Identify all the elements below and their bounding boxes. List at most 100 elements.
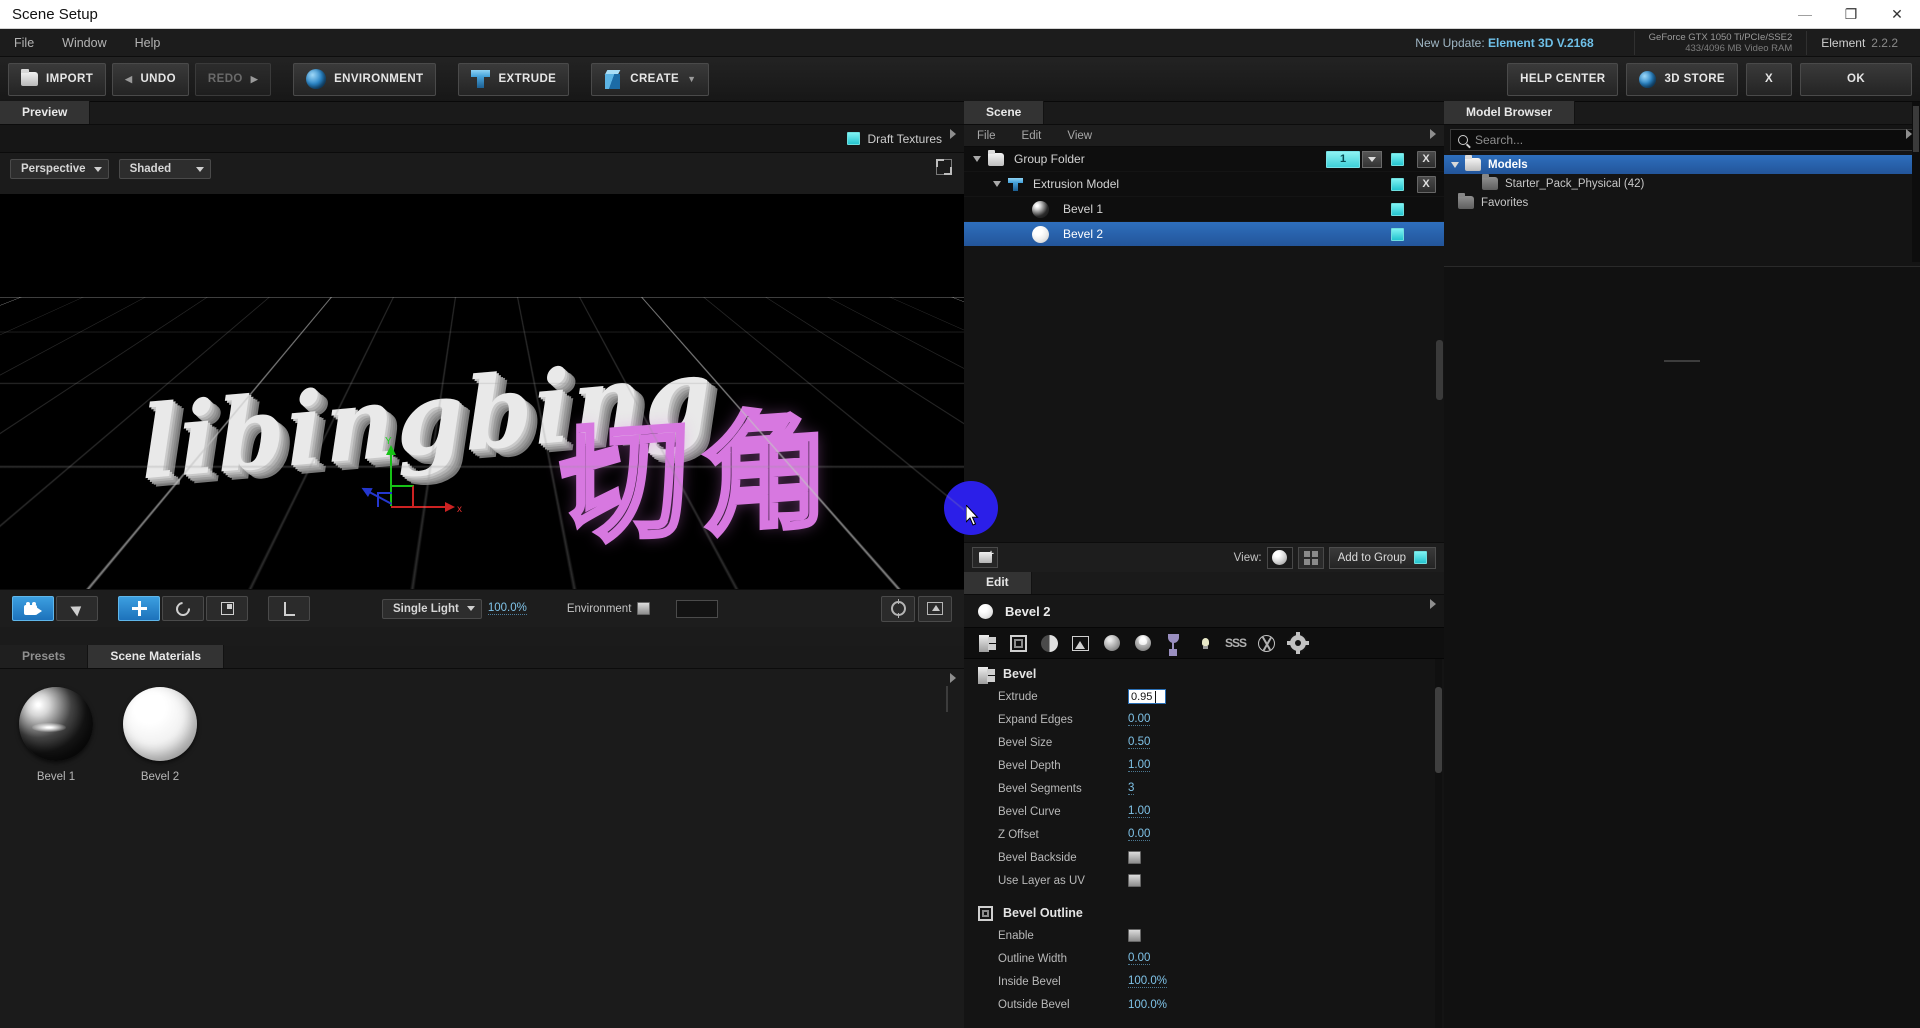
shading-mode-dropdown[interactable]: Shaded xyxy=(118,159,211,179)
environment-checkbox[interactable] xyxy=(637,602,651,615)
model-browser-item-favorites[interactable]: Favorites xyxy=(1444,193,1920,212)
environment-color-swatch[interactable] xyxy=(676,599,719,618)
add-folder-button[interactable]: + xyxy=(972,547,998,568)
search-input[interactable] xyxy=(1475,133,1906,147)
material-item-bevel-2[interactable]: Bevel 2 xyxy=(118,687,202,783)
add-to-group-checkbox[interactable] xyxy=(1414,551,1427,564)
restore-icon[interactable]: ❐ xyxy=(1828,0,1874,29)
property-row-inside-bevel[interactable]: Inside Bevel 100.0% xyxy=(964,970,1444,993)
draft-textures-row[interactable]: Draft Textures xyxy=(846,132,942,146)
scene-tree-row-bevel-2[interactable]: Bevel 2 xyxy=(964,222,1444,247)
property-row-outside-bevel[interactable]: Outside Bevel 100.0% xyxy=(964,993,1444,1016)
camera-tool-button[interactable] xyxy=(12,596,54,621)
property-value[interactable]: 100.0% xyxy=(1128,975,1168,988)
transform-gizmo[interactable]: Y x xyxy=(368,436,462,539)
3d-store-button[interactable]: 3D STORE xyxy=(1626,62,1738,96)
scene-menu-edit[interactable]: Edit xyxy=(1009,125,1055,147)
help-center-button[interactable]: HELP CENTER xyxy=(1507,62,1619,96)
section-header-bevel-outline[interactable]: Bevel Outline xyxy=(964,898,1444,924)
model-browser-thumbnail-area[interactable] xyxy=(1444,266,1920,1028)
visibility-checkbox[interactable] xyxy=(1390,227,1404,241)
remove-button[interactable]: X xyxy=(1416,150,1436,168)
draft-textures-checkbox[interactable] xyxy=(846,132,860,145)
scene-scrollbar[interactable] xyxy=(1436,340,1443,400)
edit-panel-menu-icon[interactable] xyxy=(1430,599,1436,609)
view-mode-grid-button[interactable] xyxy=(1297,546,1324,569)
import-button[interactable]: IMPORT xyxy=(8,62,107,96)
tab-model-browser[interactable]: Model Browser xyxy=(1444,101,1576,124)
axis-tool-button[interactable] xyxy=(268,596,310,621)
remove-button[interactable]: X xyxy=(1416,175,1436,193)
scene-panel-menu-icon[interactable] xyxy=(1430,129,1436,139)
close-icon[interactable]: ✕ xyxy=(1874,0,1920,29)
model-browser-item-starter-pack[interactable]: Starter_Pack_Physical (42) xyxy=(1444,174,1920,193)
property-row-outline-width[interactable]: Outline Width 0.00 xyxy=(964,947,1444,970)
scene-menu-file[interactable]: File xyxy=(964,125,1009,147)
property-value[interactable]: 1.00 xyxy=(1128,759,1151,772)
gizmo-x-axis[interactable] xyxy=(391,502,455,512)
property-row-expand-edges[interactable]: Expand Edges 0.00 xyxy=(964,708,1444,731)
property-row-bevel-segments[interactable]: Bevel Segments 3 xyxy=(964,777,1444,800)
view-mode-dropdown[interactable]: Perspective xyxy=(10,159,109,179)
glass-refraction-icon[interactable] xyxy=(1158,630,1189,656)
property-row-extrude[interactable]: Extrude 0.95 xyxy=(964,685,1444,708)
expand-triangle-icon[interactable] xyxy=(1451,161,1459,168)
property-row-bevel-backside[interactable]: Bevel Backside xyxy=(964,846,1444,869)
tab-presets[interactable]: Presets xyxy=(0,645,89,668)
preview-panel-menu-icon[interactable] xyxy=(950,129,956,139)
environment-button[interactable]: ENVIRONMENT xyxy=(293,62,437,96)
materials-panel-menu-icon[interactable] xyxy=(950,673,956,683)
property-row-bevel-size[interactable]: Bevel Size 0.50 xyxy=(964,731,1444,754)
property-value[interactable]: 100.0% xyxy=(1128,999,1167,1011)
redo-button[interactable]: REDO ▶ xyxy=(194,62,272,96)
update-notice[interactable]: New Update: Element 3D V.2168 xyxy=(1415,36,1593,50)
material-item-bevel-1[interactable]: Bevel 1 xyxy=(14,687,98,783)
group-count-field[interactable]: 1 xyxy=(1326,150,1360,168)
sss-icon[interactable]: SSS xyxy=(1220,630,1251,656)
center-view-button[interactable] xyxy=(881,595,915,622)
scene-tree-row-extrusion-model[interactable]: Extrusion Model X xyxy=(964,172,1444,197)
undo-button[interactable]: ◀ UNDO xyxy=(112,62,189,96)
scrollbar-thumb[interactable] xyxy=(1435,687,1442,773)
bevel-outline-icon[interactable] xyxy=(1003,630,1034,656)
select-tool-button[interactable] xyxy=(56,596,98,621)
bevel-backside-checkbox[interactable] xyxy=(1128,851,1141,864)
panel-splitter-vertical[interactable] xyxy=(944,646,950,1028)
create-button[interactable]: CREATE ▼ xyxy=(591,62,710,96)
group-count-dropdown[interactable] xyxy=(1362,150,1382,168)
minimize-icon[interactable]: — xyxy=(1782,0,1828,29)
property-value[interactable]: 3 xyxy=(1128,782,1135,795)
3d-viewport[interactable]: libingbing 切角 Y x xyxy=(0,194,964,589)
move-tool-button[interactable] xyxy=(118,596,160,621)
scene-tree-row-bevel-1[interactable]: Bevel 1 xyxy=(964,197,1444,222)
scrollbar-thumb[interactable] xyxy=(1913,106,1919,152)
property-value[interactable]: 0.00 xyxy=(1128,952,1151,965)
shading-icon[interactable] xyxy=(1034,630,1065,656)
view-mode-sphere-button[interactable] xyxy=(1266,546,1293,569)
extrude-button[interactable]: EXTRUDE xyxy=(458,62,570,96)
model-browser-splitter[interactable] xyxy=(1664,360,1700,362)
light-intensity-value[interactable]: 100.0% xyxy=(487,602,527,615)
expand-triangle-icon[interactable] xyxy=(993,181,1001,187)
property-value[interactable]: 0.50 xyxy=(1128,736,1151,749)
section-header-bevel[interactable]: Bevel xyxy=(964,659,1444,685)
outline-enable-checkbox[interactable] xyxy=(1128,929,1141,942)
property-row-z-offset[interactable]: Z Offset 0.00 xyxy=(964,823,1444,846)
scene-tree-row-group-folder[interactable]: Group Folder 1 X xyxy=(964,147,1444,172)
fullscreen-icon[interactable] xyxy=(936,159,952,175)
visibility-checkbox[interactable] xyxy=(1390,177,1404,191)
material-icon[interactable] xyxy=(1096,630,1127,656)
menu-file[interactable]: File xyxy=(0,29,48,57)
menu-window[interactable]: Window xyxy=(48,29,120,57)
tab-scene-materials[interactable]: Scene Materials xyxy=(88,645,225,668)
property-row-bevel-depth[interactable]: Bevel Depth 1.00 xyxy=(964,754,1444,777)
wireframe-icon[interactable] xyxy=(1251,630,1282,656)
visibility-checkbox[interactable] xyxy=(1390,202,1404,216)
model-browser-scrollbar[interactable] xyxy=(1912,102,1920,262)
property-row-use-layer-as-uv[interactable]: Use Layer as UV xyxy=(964,869,1444,892)
property-value[interactable]: 0.00 xyxy=(1128,713,1151,726)
ok-button[interactable]: OK xyxy=(1800,62,1912,96)
expand-triangle-icon[interactable] xyxy=(973,156,981,162)
scene-menu-view[interactable]: View xyxy=(1054,125,1105,147)
texture-icon[interactable] xyxy=(1065,630,1096,656)
